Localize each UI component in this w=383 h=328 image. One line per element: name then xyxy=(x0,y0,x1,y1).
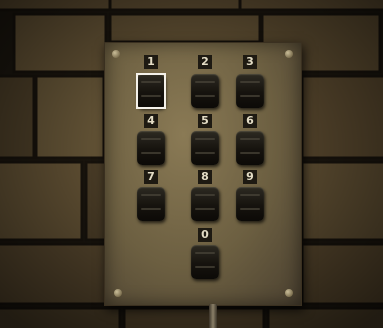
panel-screw-bottom-left xyxy=(114,289,122,297)
conduit-pipe xyxy=(209,304,217,328)
digit-label-3: 3 xyxy=(243,55,257,69)
keypad-button-4[interactable] xyxy=(137,131,165,165)
digit-label-0: 0 xyxy=(198,228,212,242)
keypad-button-8[interactable] xyxy=(191,187,219,221)
keypad-button-6[interactable] xyxy=(236,131,264,165)
digit-label-1: 1 xyxy=(144,55,158,69)
keypad-button-5[interactable] xyxy=(191,131,219,165)
digit-label-8: 8 xyxy=(198,170,212,184)
digit-label-7: 7 xyxy=(144,170,158,184)
digit-label-5: 5 xyxy=(198,114,212,128)
panel-screw-top-left xyxy=(112,50,120,58)
digit-label-4: 4 xyxy=(144,114,158,128)
panel-screw-bottom-right xyxy=(285,289,293,297)
keypad-button-0[interactable] xyxy=(191,245,219,279)
keypad-button-2[interactable] xyxy=(191,74,219,108)
panel-screw-top-right xyxy=(285,50,293,58)
game-scene: 1 2 3 4 5 6 7 8 9 0 xyxy=(0,0,383,328)
keypad-button-9[interactable] xyxy=(236,187,264,221)
digit-label-2: 2 xyxy=(198,55,212,69)
keypad-button-3[interactable] xyxy=(236,74,264,108)
selection-cursor xyxy=(136,73,166,109)
digit-label-6: 6 xyxy=(243,114,257,128)
keypad-button-7[interactable] xyxy=(137,187,165,221)
digit-label-9: 9 xyxy=(243,170,257,184)
